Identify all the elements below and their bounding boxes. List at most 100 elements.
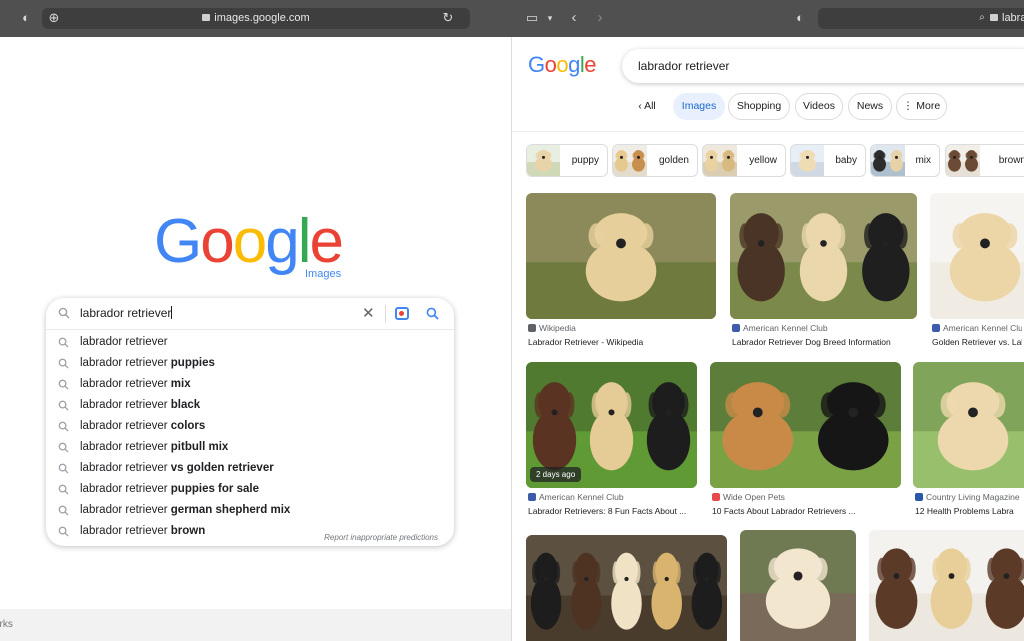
results-search-input[interactable]: labrador retriever — [622, 49, 1024, 83]
suggestion-base: labrador retriever — [80, 399, 168, 411]
search-input[interactable]: labrador retriever — [80, 306, 172, 320]
tab-news-label: News — [856, 100, 884, 112]
tab-videos[interactable]: Videos — [795, 93, 843, 120]
chip-golden[interactable]: golden — [612, 144, 698, 177]
logo-letter: g — [568, 52, 580, 77]
result-image[interactable] — [740, 530, 856, 641]
footer-text[interactable]: orks — [0, 609, 13, 641]
logo-letter: e — [584, 52, 597, 77]
suggestion-completion: pitbull mix — [170, 441, 229, 453]
suggestion-item[interactable]: labrador retriever vs golden retriever — [46, 458, 454, 479]
result-source[interactable]: Wikipedia — [528, 323, 718, 333]
tab-images[interactable]: Images — [673, 93, 725, 120]
clear-icon[interactable]: ✕ — [362, 306, 375, 321]
suggestion-item[interactable]: labrador retriever — [46, 332, 454, 353]
right-url-text: labrac — [1002, 12, 1024, 24]
left-url-text: images.google.com — [214, 12, 310, 24]
more-vert-icon: ⋮ — [902, 100, 917, 112]
suggestion-item[interactable]: labrador retriever black — [46, 395, 454, 416]
result-image[interactable]: 2 days ago — [526, 362, 697, 488]
suggestion-completion: puppies — [170, 357, 215, 369]
result-title[interactable]: Labrador Retriever Dog Breed Information — [732, 337, 919, 347]
source-favicon-icon — [528, 493, 536, 501]
report-predictions-link[interactable]: Report inappropriate predictions — [324, 533, 438, 542]
left-browser-toolbar: ◐ ⊕ images.google.com ↻ — [0, 0, 512, 37]
suggestion-base: labrador retriever — [80, 441, 168, 453]
suggestion-item[interactable]: labrador retriever german shepherd mix — [46, 500, 454, 521]
chip-brown[interactable]: brown — [945, 144, 1024, 177]
time-badge: 2 days ago — [530, 467, 582, 482]
chip-baby[interactable]: baby — [790, 144, 866, 177]
result-source[interactable]: American Kennel Clu — [932, 323, 1022, 333]
suggestion-item[interactable]: labrador retriever puppies for sale — [46, 479, 454, 500]
tab-shopping[interactable]: Shopping — [728, 93, 790, 120]
suggestion-text: labrador retriever — [80, 332, 168, 353]
reload-icon[interactable]: ↻ — [440, 10, 456, 26]
result-source[interactable]: Country Living Magazine — [915, 492, 1022, 502]
chip-thumbnail — [703, 145, 737, 176]
result-title[interactable]: Golden Retriever vs. Lab — [932, 337, 1022, 347]
result-image[interactable] — [526, 535, 727, 641]
search-autocomplete-panel: labrador retriever ✕ labrador retriever … — [46, 298, 454, 546]
suggestion-completion: brown — [170, 525, 206, 537]
suggestion-base: labrador retriever — [80, 462, 168, 474]
back-icon[interactable]: ‹ — [566, 10, 582, 26]
result-source[interactable]: American Kennel Club — [528, 492, 699, 502]
left-address-bar[interactable]: ⊕ images.google.com ↻ — [42, 8, 470, 29]
suggestion-text: labrador retriever mix — [80, 374, 191, 395]
suggestion-text: labrador retriever colors — [80, 416, 205, 437]
suggestion-text: labrador retriever vs golden retriever — [80, 458, 274, 479]
chevron-down-icon[interactable]: ▾ — [542, 10, 558, 26]
result-image[interactable] — [913, 362, 1024, 488]
chip-puppy[interactable]: puppy — [526, 144, 608, 177]
suggestion-item[interactable]: labrador retriever puppies — [46, 353, 454, 374]
result-image[interactable] — [710, 362, 901, 488]
suggestion-base: labrador retriever — [80, 420, 168, 432]
tab-all[interactable]: ‹ All — [628, 93, 666, 120]
sidebar-toggle-icon[interactable]: ▭ — [524, 10, 540, 26]
chip-thumbnail — [791, 145, 824, 176]
chip-thumbnail — [871, 145, 905, 176]
result-source[interactable]: Wide Open Pets — [712, 492, 903, 502]
google-logo[interactable]: Google — [528, 52, 597, 78]
source-favicon-icon — [932, 324, 940, 332]
logo-letter: G — [528, 52, 545, 77]
suggestion-item[interactable]: labrador retriever pitbull mix — [46, 437, 454, 458]
tab-more-label: More — [916, 100, 941, 112]
logo-letter: o — [544, 52, 557, 77]
result-image[interactable] — [869, 530, 1024, 641]
forward-icon[interactable]: › — [592, 10, 608, 26]
suggestion-base: labrador retriever — [80, 483, 168, 495]
result-title[interactable]: 10 Facts About Labrador Retrievers ... — [712, 506, 903, 516]
result-title[interactable]: 12 Health Problems Labra — [915, 506, 1022, 516]
search-icon — [58, 442, 69, 453]
chip-mix[interactable]: mix — [870, 144, 940, 177]
result-image[interactable] — [526, 193, 716, 319]
tab-news[interactable]: News — [848, 93, 892, 120]
search-submit-icon[interactable] — [426, 307, 439, 320]
search-input-row[interactable]: labrador retriever ✕ — [46, 298, 454, 330]
search-icon — [58, 358, 69, 369]
chip-yellow[interactable]: yellow — [702, 144, 786, 177]
logo-letter: o — [200, 207, 235, 276]
tab-images-label: Images — [681, 100, 717, 112]
privacy-shield-icon[interactable]: ◐ — [792, 10, 808, 26]
result-title[interactable]: Labrador Retriever - Wikipedia — [528, 337, 718, 347]
suggestion-item[interactable]: labrador retriever colors — [46, 416, 454, 437]
right-address-bar[interactable]: ⌕ labrac — [818, 8, 1024, 29]
results-search-query[interactable]: labrador retriever — [638, 59, 729, 73]
result-source[interactable]: American Kennel Club — [732, 323, 919, 333]
suggestion-text: labrador retriever german shepherd mix — [80, 500, 290, 521]
camera-search-icon[interactable] — [395, 307, 409, 320]
logo-letter: e — [309, 207, 344, 276]
search-icon: ⌕ — [979, 12, 985, 23]
suggestion-text: labrador retriever puppies for sale — [80, 479, 259, 500]
result-image[interactable] — [930, 193, 1024, 319]
tab-more[interactable]: ⋮ More — [896, 93, 947, 120]
privacy-shield-icon[interactable]: ◐ — [18, 10, 34, 26]
result-source-name: American Kennel Clu — [943, 323, 1022, 333]
result-title[interactable]: Labrador Retrievers: 8 Fun Facts About .… — [528, 506, 699, 516]
result-image[interactable] — [730, 193, 917, 319]
suggestion-item[interactable]: labrador retriever mix — [46, 374, 454, 395]
result-source-name: Wide Open Pets — [723, 492, 785, 502]
